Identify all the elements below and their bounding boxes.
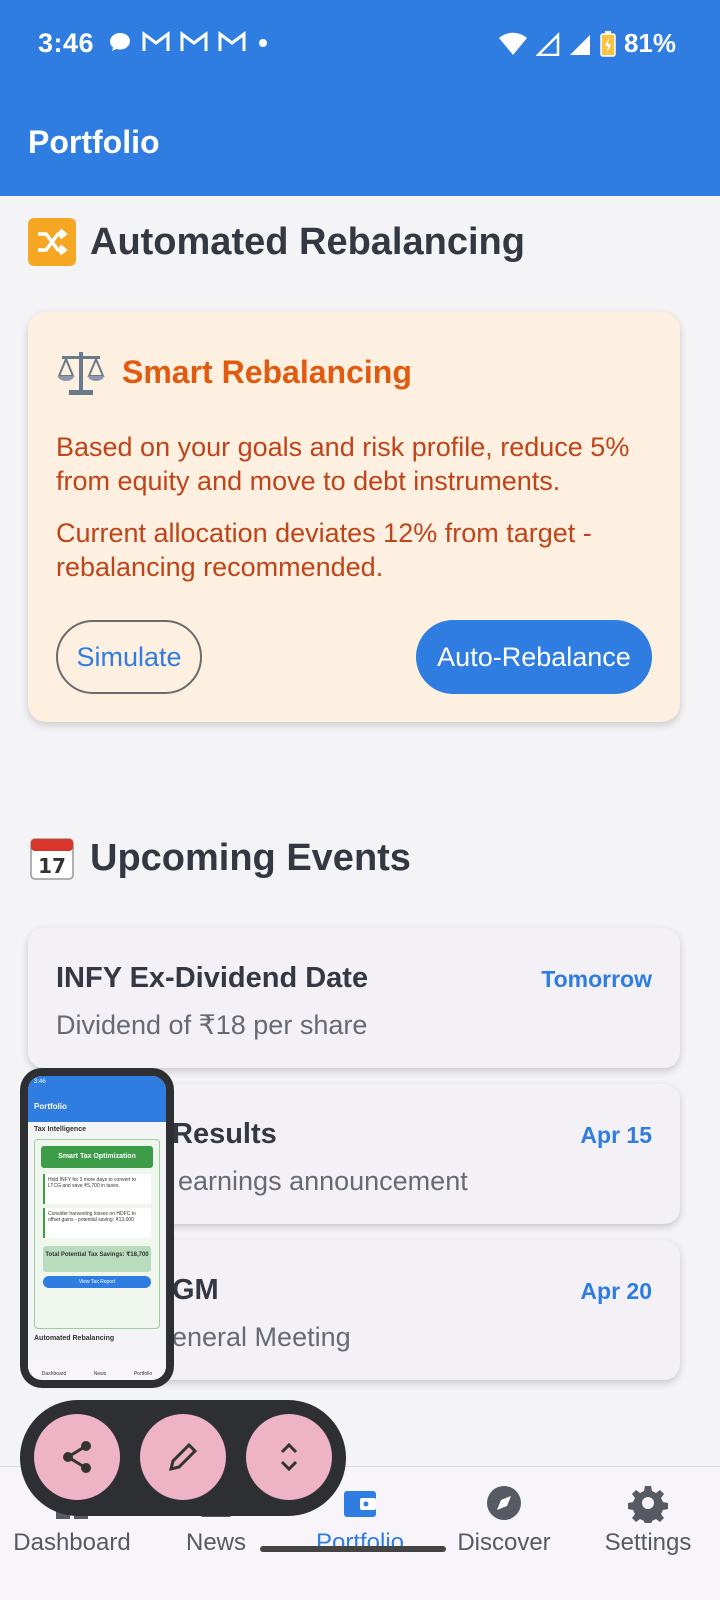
preview-tip: Consider harvesting losses on HDFC to of… xyxy=(43,1208,151,1238)
screenshot-actions-bar xyxy=(20,1400,346,1516)
status-time: 3:46 xyxy=(38,28,95,58)
notification-icons xyxy=(108,30,270,54)
status-bar: 3:46 81% xyxy=(0,0,720,90)
section-heading: Automated Rebalancing xyxy=(90,220,525,263)
event-date: Tomorrow xyxy=(541,966,652,992)
preview-status-bar: 3:46 xyxy=(28,1076,166,1090)
preview-tax-card: Smart Tax Optimization Hold INFY for 3 m… xyxy=(34,1139,160,1329)
compass-icon xyxy=(487,1486,521,1520)
gmail-icon xyxy=(142,31,170,51)
page-title: Portfolio xyxy=(28,124,160,160)
card-header: Smart Rebalancing xyxy=(56,348,412,396)
nav-label: News xyxy=(185,1529,246,1556)
preview-total: Total Potential Tax Savings: ₹18,700 xyxy=(43,1246,151,1272)
preview-screen: 3:46 Portfolio Tax Intelligence Smart Ta… xyxy=(28,1076,166,1380)
rebalancing-section-title: Automated Rebalancing xyxy=(28,218,525,266)
simulate-button[interactable]: Simulate xyxy=(56,620,202,694)
chevron-up-down-icon xyxy=(280,1442,298,1472)
auto-rebalance-button[interactable]: Auto-Rebalance xyxy=(416,620,652,694)
share-button[interactable] xyxy=(34,1414,120,1500)
preview-card-title: Smart Tax Optimization xyxy=(41,1146,153,1168)
gmail-icon xyxy=(180,31,208,51)
nav-item-discover[interactable]: Discover xyxy=(432,1467,576,1600)
event-date: Apr 20 xyxy=(580,1278,652,1304)
recommendation-text: Based on your goals and risk profile, re… xyxy=(56,432,630,496)
pencil-icon xyxy=(168,1442,198,1472)
home-indicator[interactable] xyxy=(260,1546,446,1552)
svg-text:17: 17 xyxy=(38,854,66,878)
event-date: Apr 15 xyxy=(580,1122,652,1148)
smart-rebalancing-card: Smart Rebalancing Based on your goals an… xyxy=(28,312,680,722)
section-heading: Upcoming Events xyxy=(90,836,411,879)
event-title: INFY Ex-Dividend Date xyxy=(56,962,369,994)
events-section-title: 17 Upcoming Events xyxy=(28,834,411,882)
nav-label: Portfolio xyxy=(315,1529,405,1556)
status-right: 81% xyxy=(498,28,676,59)
preview-app-bar: Portfolio xyxy=(28,1090,166,1122)
event-subtitle: eneral Meeting xyxy=(172,1322,351,1352)
balance-scale-icon xyxy=(57,352,105,395)
app-bar: Portfolio xyxy=(0,90,720,196)
wifi-icon xyxy=(498,32,527,55)
preview-bottom-nav: Dashboard News Portfolio xyxy=(28,1360,166,1380)
wallet-icon xyxy=(344,1491,376,1517)
shuffle-icon xyxy=(28,218,76,266)
nav-label: Discover xyxy=(457,1529,551,1556)
dot-icon xyxy=(259,39,267,47)
event-title: Results xyxy=(172,1118,277,1150)
preview-tip: Hold INFY for 3 more days to convert to … xyxy=(43,1174,151,1204)
nav-item-settings[interactable]: Settings xyxy=(576,1467,720,1600)
preview-next-section: Automated Rebalancing xyxy=(34,1335,115,1342)
event-subtitle: earnings announcement xyxy=(178,1166,468,1196)
preview-nav-label: Dashboard xyxy=(41,1371,67,1377)
gear-icon xyxy=(628,1486,668,1523)
share-icon xyxy=(63,1441,91,1473)
event-card[interactable]: INFY Ex-Dividend Date Dividend of ₹18 pe… xyxy=(28,928,680,1068)
signal-icon xyxy=(569,34,590,55)
battery-icon xyxy=(600,30,616,57)
battery-percent: 81% xyxy=(623,28,676,58)
gmail-icon xyxy=(218,31,246,51)
event-title: GM xyxy=(172,1274,219,1306)
card-title: Smart Rebalancing xyxy=(122,353,412,390)
signal-icon xyxy=(535,31,560,56)
preview-button: View Tax Report xyxy=(43,1276,151,1288)
edit-button[interactable] xyxy=(140,1414,226,1500)
preview-nav-label: News xyxy=(93,1371,107,1377)
event-subtitle: Dividend of ₹18 per share xyxy=(56,1010,368,1040)
preview-section-title: Tax Intelligence xyxy=(34,1126,86,1133)
nav-label: Settings xyxy=(604,1529,692,1556)
nav-label: Dashboard xyxy=(13,1529,131,1556)
expand-button[interactable] xyxy=(246,1414,332,1500)
deviation-text: Current allocation deviates 12% from tar… xyxy=(56,518,592,582)
screenshot-preview[interactable]: 3:46 Portfolio Tax Intelligence Smart Ta… xyxy=(20,1068,174,1388)
calendar-icon: 17 xyxy=(28,834,76,882)
preview-nav-label: Portfolio xyxy=(133,1371,153,1377)
chat-icon xyxy=(110,33,130,51)
